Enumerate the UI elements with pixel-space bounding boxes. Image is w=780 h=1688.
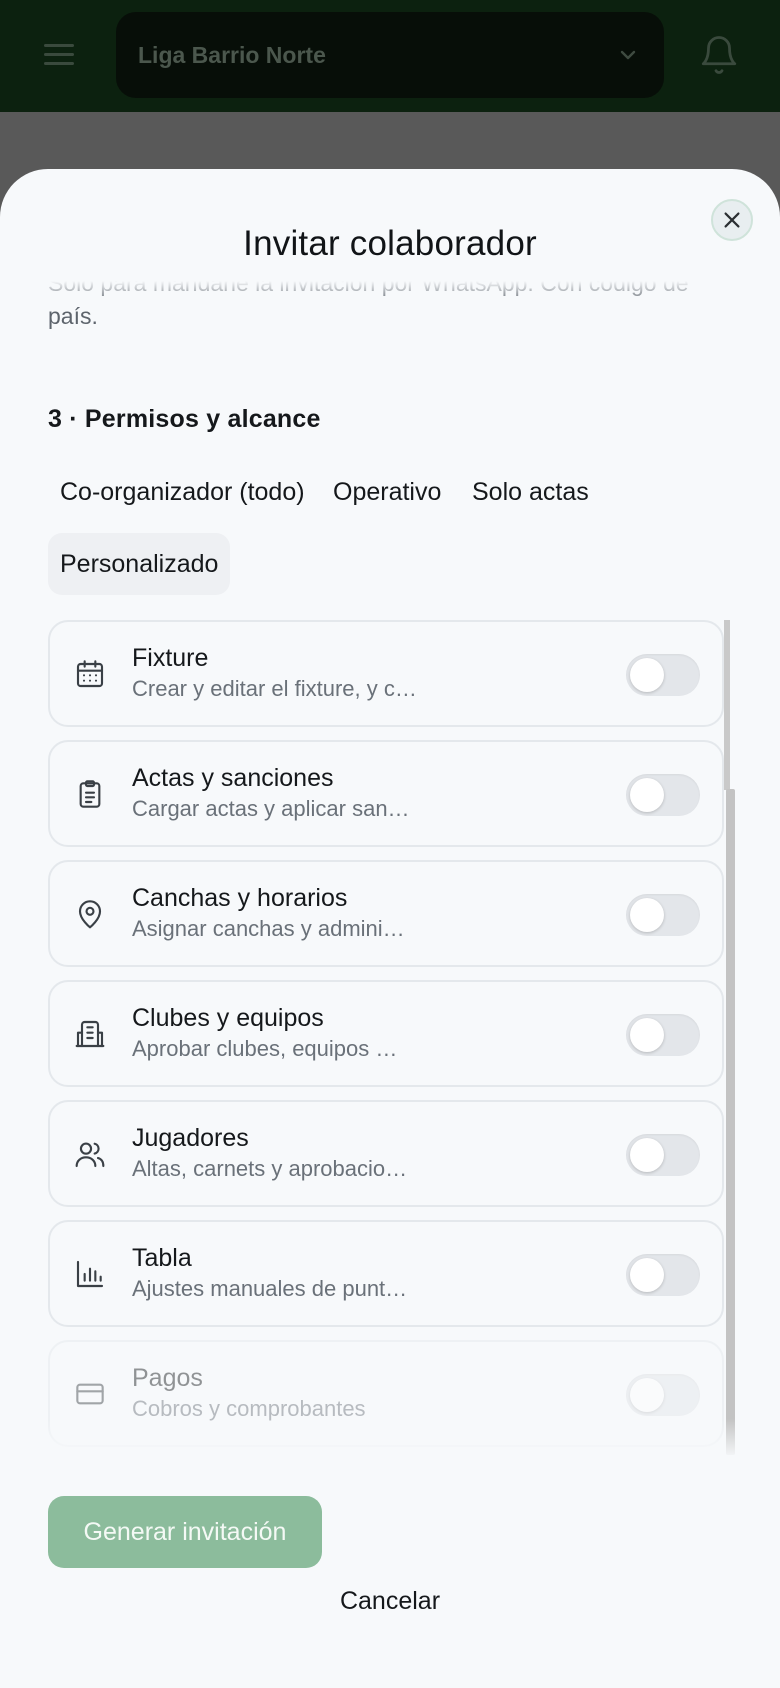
permission-name: Canchas y horarios [132,884,348,912]
permission-row-fixture[interactable]: Fixture Crear y editar el fixture, y c… [48,620,724,727]
calendar-icon [76,660,104,688]
scroll-fade-top [0,281,780,303]
cancel-button[interactable]: Cancelar [0,1587,780,1616]
permission-name: Actas y sanciones [132,764,334,792]
permission-toggle-actas[interactable] [626,774,700,816]
clipboard-list-icon [79,780,101,808]
close-icon [724,212,740,228]
permission-row-actas[interactable]: Actas y sanciones Cargar actas y aplicar… [48,740,724,847]
permission-description: Crear y editar el fixture, y c… [132,676,417,701]
permission-row-canchas[interactable]: Canchas y horarios Asignar canchas y adm… [48,860,724,967]
league-name: Liga Barrio Norte [138,41,326,68]
toggle-knob [630,1138,664,1172]
permission-description: Cargar actas y aplicar san… [132,796,410,821]
permission-description: Ajustes manuales de punt… [132,1276,408,1301]
users-icon [75,1142,105,1168]
toggle-knob [630,778,664,812]
permission-name: Fixture [132,644,209,672]
permission-toggle-jugadores[interactable] [626,1134,700,1176]
permission-name: Pagos [132,1364,203,1392]
hamburger-menu-icon[interactable] [42,42,78,68]
scrollbar-track [724,620,730,790]
scroll-fade-bottom [0,1419,780,1459]
section-title: 3 · Permisos y alcance [48,405,321,433]
scrollbar-thumb[interactable] [726,789,735,1455]
bell-icon[interactable] [698,34,740,76]
preset-chip-coorganizador[interactable]: Co-organizador (todo) [48,461,317,523]
permission-row-clubes[interactable]: Clubes y equipos Aprobar clubes, equipos… [48,980,724,1087]
permission-description: Aprobar clubes, equipos … [132,1036,398,1061]
toggle-knob [630,1258,664,1292]
permission-name: Tabla [132,1244,192,1272]
overlay-backdrop[interactable] [0,112,780,172]
chevron-down-icon [620,50,636,60]
league-selector[interactable]: Liga Barrio Norte [116,12,664,98]
generate-invitation-button[interactable]: Generar invitación [48,1496,322,1568]
toggle-knob [630,1018,664,1052]
toggle-knob [630,898,664,932]
preset-chip-solo-actas[interactable]: Solo actas [460,461,601,523]
permission-toggle-tabla[interactable] [626,1254,700,1296]
permission-description: Asignar canchas y admini… [132,916,405,941]
permission-toggle-canchas[interactable] [626,894,700,936]
sheet-title: Invitar colaborador [243,224,537,263]
permission-name: Jugadores [132,1124,249,1152]
bar-chart-icon [76,1260,104,1288]
invite-collaborator-sheet: Invitar colaborador Solo para mandarle l… [0,169,780,1688]
map-pin-icon [78,900,102,929]
building-icon [75,1020,105,1048]
permission-name: Clubes y equipos [132,1004,324,1032]
credit-card-icon [76,1383,104,1405]
permissions-list: Fixture Crear y editar el fixture, y c… … [48,620,724,1456]
permission-toggle-pagos [626,1374,700,1416]
preset-chip-personalizado[interactable]: Personalizado [48,533,231,595]
toggle-knob [630,1378,664,1412]
permission-toggle-fixture[interactable] [626,654,700,696]
toggle-knob [630,658,664,692]
close-button[interactable] [711,199,753,241]
permission-row-jugadores[interactable]: Jugadores Altas, carnets y aprobacio… [48,1100,724,1207]
app-bar: Liga Barrio Norte [0,0,780,112]
permission-description: Altas, carnets y aprobacio… [132,1156,408,1181]
permission-toggle-clubes[interactable] [626,1014,700,1056]
preset-chip-operativo[interactable]: Operativo [321,461,453,523]
permission-row-tabla[interactable]: Tabla Ajustes manuales de punt… [48,1220,724,1327]
